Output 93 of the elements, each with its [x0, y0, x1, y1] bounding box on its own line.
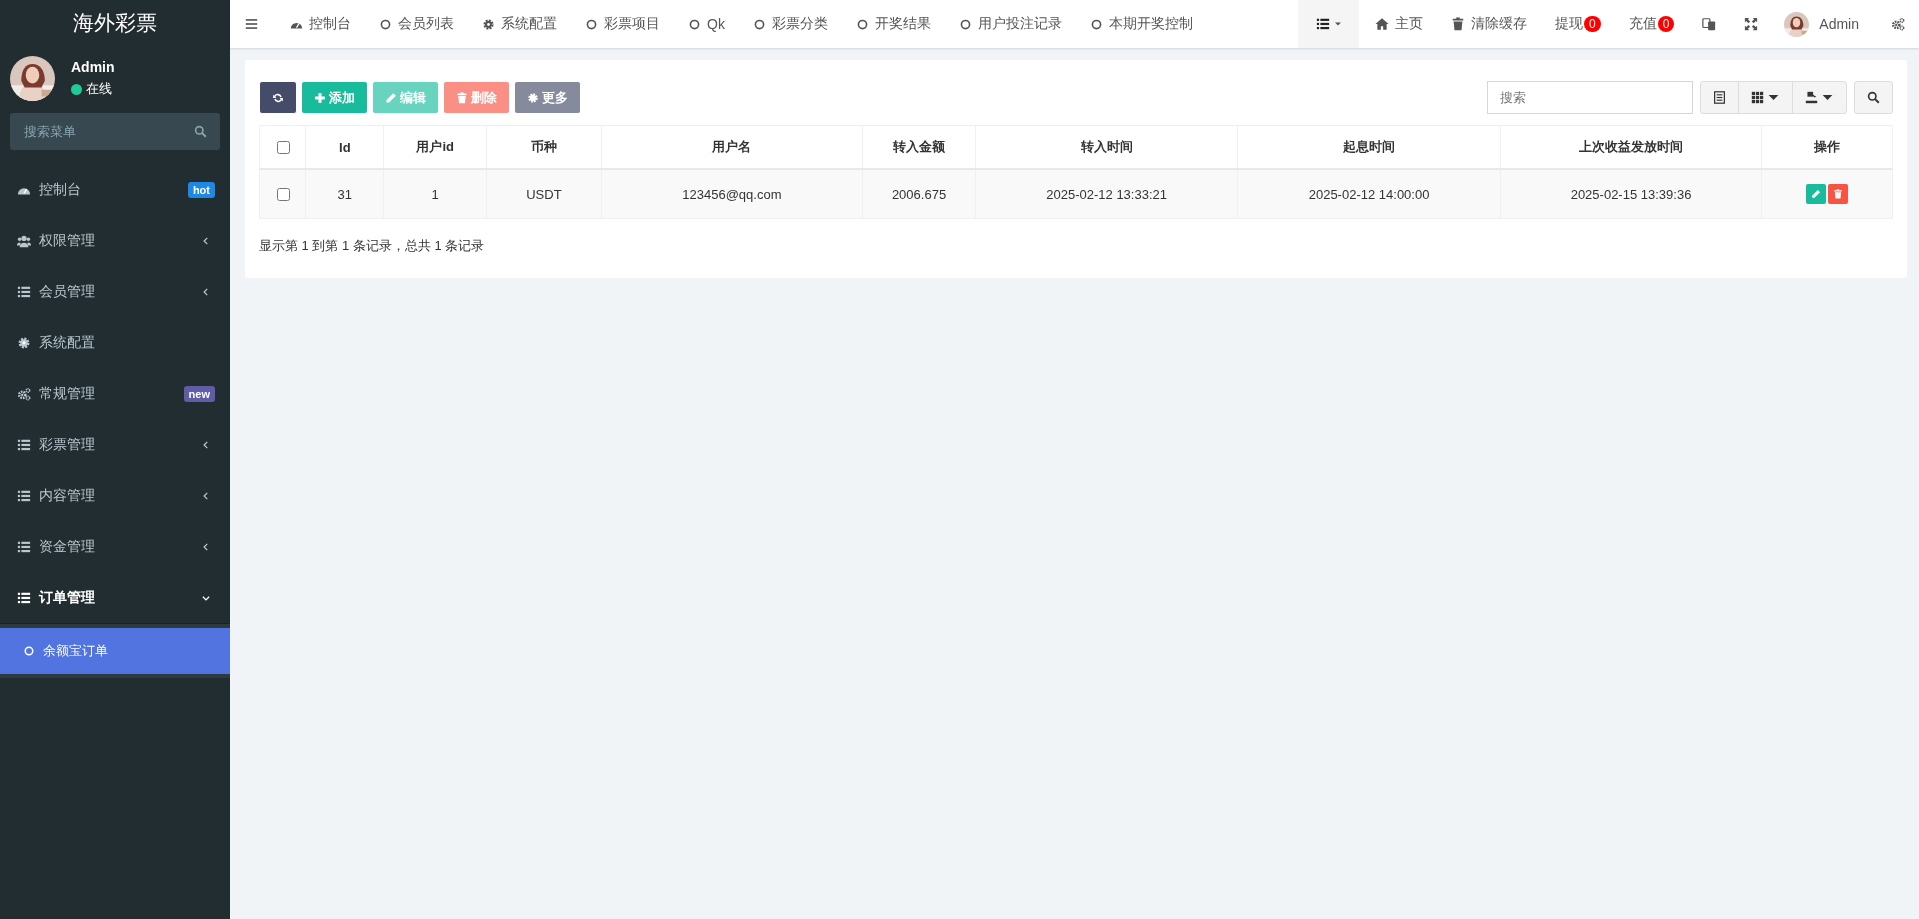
menu-item[interactable]: 常规管理 new [0, 368, 230, 419]
app-logo[interactable]: 海外彩票 [0, 0, 230, 46]
users-icon [17, 233, 31, 248]
nav-link[interactable]: 清除缓存 [1436, 0, 1541, 48]
menu-item[interactable]: 控制台 hot [0, 164, 230, 215]
list-icon [17, 437, 31, 452]
gears-icon [17, 386, 31, 401]
table-cell: 2025-02-12 13:33:21 [975, 169, 1238, 219]
circle-icon [855, 17, 869, 31]
menu-dropdown-button[interactable] [1297, 0, 1359, 48]
search-button[interactable] [1854, 81, 1893, 114]
submenu-item[interactable]: 余额宝订单 [0, 628, 230, 674]
user-name: Admin [71, 59, 115, 75]
nav-tab[interactable]: 用户投注记录 [944, 0, 1076, 48]
pagination-info: 显示第 1 到第 1 条记录，总共 1 条记录 [259, 237, 486, 255]
circle-icon [958, 17, 972, 31]
settings-icon [482, 17, 495, 31]
select-all-checkbox[interactable] [276, 140, 290, 154]
row-checkbox[interactable] [276, 187, 290, 201]
delete-button[interactable] [1828, 184, 1849, 204]
nav-tab[interactable]: 彩票项目 [571, 0, 674, 48]
settings-icon [527, 91, 539, 104]
chevron-icon [201, 541, 211, 552]
table-cell: 2006.675 [862, 169, 976, 219]
trash-icon [1450, 17, 1465, 31]
translate-icon [1702, 17, 1717, 31]
table-cell: 123456@qq.com [601, 169, 863, 219]
table-cell: USDT [486, 169, 602, 219]
gears-icon [1891, 17, 1905, 31]
pencil-icon [385, 91, 397, 104]
list-icon [1314, 17, 1331, 31]
nav-tab[interactable]: 彩票分类 [738, 0, 842, 48]
trash-icon [1833, 189, 1844, 199]
plus-icon [314, 91, 326, 104]
circle-icon [23, 645, 35, 657]
columns-button[interactable] [1738, 81, 1793, 114]
menu-badge: new [183, 385, 215, 402]
search-field[interactable]: 搜索 [1487, 81, 1693, 114]
circle-icon [585, 17, 598, 31]
home-icon [1374, 17, 1389, 31]
circle-icon [379, 17, 392, 31]
nav-tab[interactable]: 控制台 [273, 0, 365, 48]
refresh-icon [272, 91, 284, 104]
nav-tab[interactable]: 系统配置 [468, 0, 571, 48]
pencil-icon [1811, 189, 1822, 199]
chevron-icon [201, 439, 211, 450]
search-icon [1867, 91, 1880, 104]
nav-tab[interactable]: Qk [674, 0, 739, 48]
chevron-icon [201, 490, 211, 501]
menu-item[interactable]: 订单管理 [0, 572, 230, 623]
table-cell: 2025-02-12 14:00:00 [1237, 169, 1501, 219]
circle-icon [1089, 17, 1103, 31]
grid-icon [1751, 91, 1764, 104]
nav-tab[interactable]: 开奖结果 [841, 0, 945, 48]
caret-icon [1333, 20, 1342, 28]
count-badge: 0 [1657, 16, 1675, 32]
toggle-view-button[interactable] [1700, 81, 1739, 114]
list-icon [17, 284, 31, 299]
nav-link[interactable]: 主页 [1360, 0, 1437, 48]
count-badge: 0 [1583, 16, 1601, 32]
menu-item[interactable]: 内容管理 [0, 470, 230, 521]
list-icon [17, 488, 31, 503]
menu-item[interactable]: 会员管理 [0, 266, 230, 317]
nav-tab[interactable]: 会员列表 [365, 0, 468, 48]
table-cell: 1 [383, 169, 487, 219]
trash-icon [456, 91, 468, 104]
menu-icon [245, 17, 258, 31]
list-icon [17, 539, 31, 554]
menu-search-field[interactable]: 搜索菜单 [10, 113, 220, 150]
nav-link[interactable]: 提现 0 [1540, 0, 1615, 48]
nav-link[interactable]: 充值 0 [1614, 0, 1689, 48]
settings-icon [17, 335, 31, 350]
chevron-icon [201, 286, 211, 297]
user-status: 在线 [86, 80, 112, 98]
export-icon [1805, 91, 1818, 104]
menu-item[interactable]: 资金管理 [0, 521, 230, 572]
menu-item[interactable]: 系统配置 [0, 317, 230, 368]
user-menu[interactable]: Admin [1819, 16, 1859, 32]
circle-icon [752, 17, 766, 31]
table-cell: 31 [306, 169, 384, 219]
menu-badge: hot [187, 181, 215, 198]
table-icon [1713, 91, 1726, 104]
list-icon [17, 590, 31, 605]
menu-item[interactable]: 彩票管理 [0, 419, 230, 470]
nav-tab[interactable]: 本期开奖控制 [1075, 0, 1207, 48]
circle-icon [688, 17, 701, 31]
table-cell: 2025-02-15 13:39:36 [1500, 169, 1762, 219]
menu-item[interactable]: 权限管理 [0, 215, 230, 266]
refresh-button[interactable] [259, 81, 297, 114]
export-button[interactable] [1792, 81, 1847, 114]
search-icon [194, 125, 207, 138]
fullscreen-icon [1744, 17, 1759, 31]
chevron-icon [201, 235, 211, 246]
